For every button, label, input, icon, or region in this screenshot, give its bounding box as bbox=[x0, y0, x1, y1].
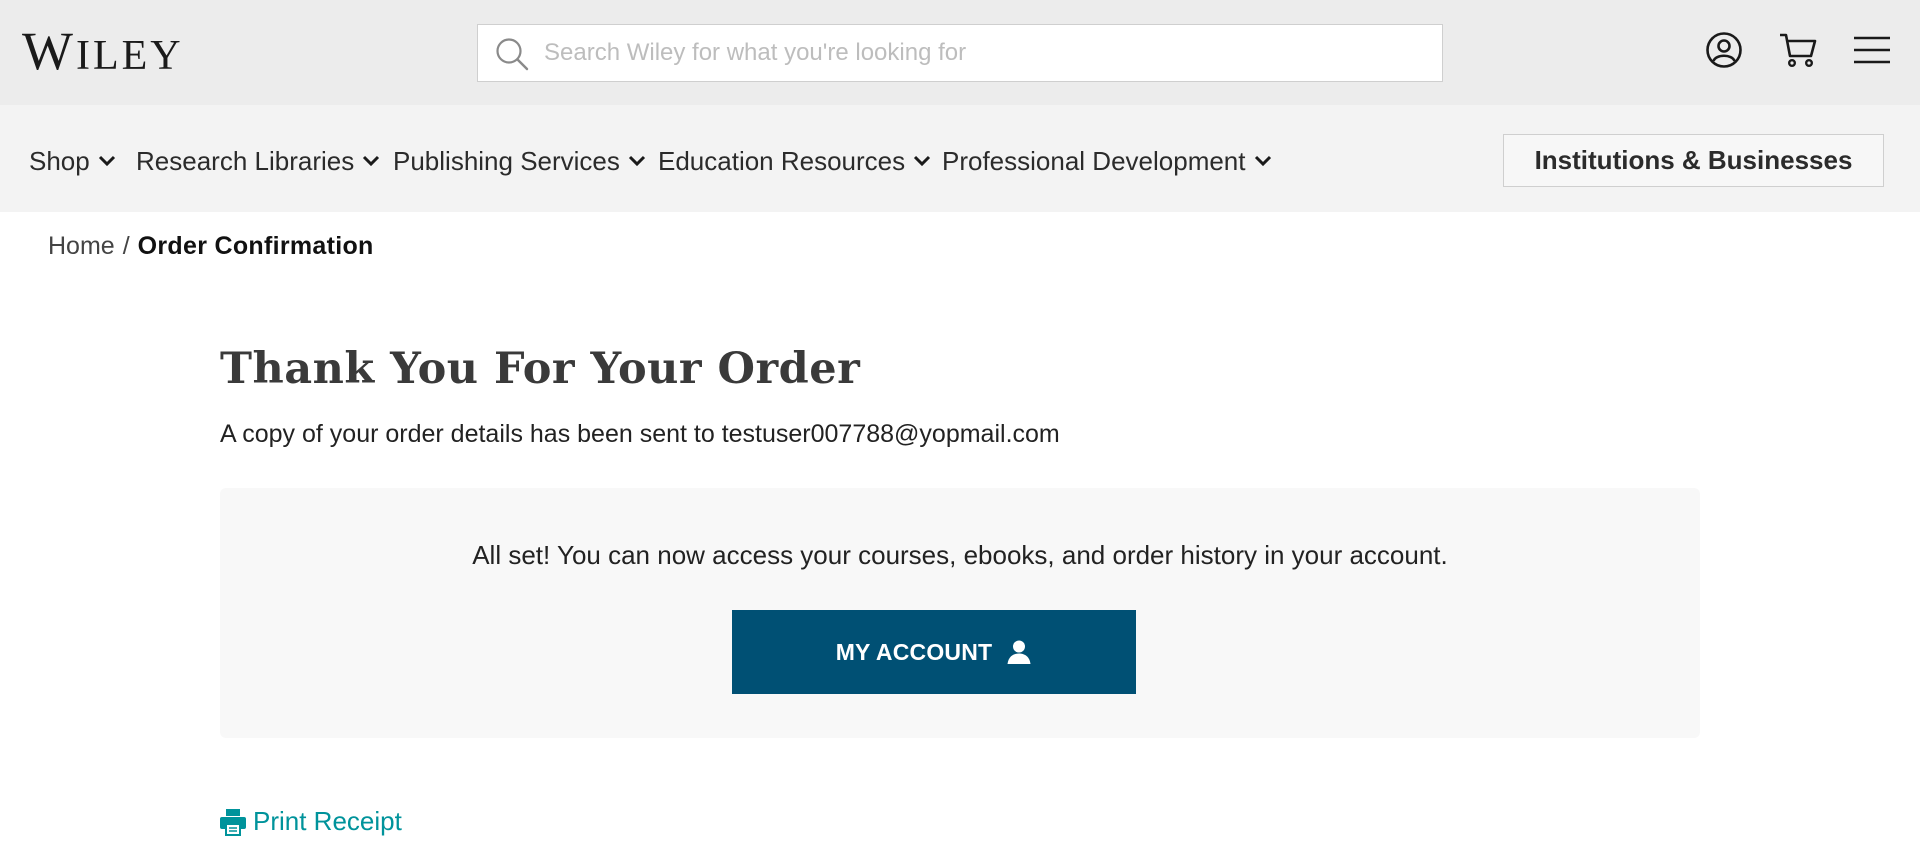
order-email-notice: A copy of your order details has been se… bbox=[220, 420, 1060, 448]
breadcrumb-home-link[interactable]: Home bbox=[48, 232, 115, 260]
nav-item-research-libraries[interactable]: Research Libraries bbox=[136, 143, 380, 179]
my-account-label: MY ACCOUNT bbox=[835, 638, 993, 665]
nav-item-label: Publishing Services bbox=[393, 145, 620, 176]
print-receipt-label: Print Receipt bbox=[253, 806, 402, 836]
nav-item-label: Shop bbox=[29, 145, 90, 176]
print-receipt-link[interactable]: Print Receipt bbox=[219, 806, 402, 837]
nav-item-shop[interactable]: Shop bbox=[29, 143, 116, 179]
nav-item-label: Research Libraries bbox=[136, 145, 355, 176]
wiley-logo[interactable]: WILEY bbox=[22, 21, 184, 81]
chevron-down-icon bbox=[98, 155, 115, 167]
chevron-down-icon bbox=[363, 155, 380, 167]
page-title: Thank You For Your Order bbox=[220, 344, 861, 394]
chevron-down-icon bbox=[628, 155, 645, 167]
breadcrumb-current: Order Confirmation bbox=[137, 232, 374, 260]
user-icon bbox=[1007, 640, 1031, 664]
chevron-down-icon bbox=[1254, 155, 1271, 167]
breadcrumb-separator: / bbox=[122, 232, 130, 260]
breadcrumb: Home / Order Confirmation bbox=[48, 232, 374, 261]
search-input[interactable] bbox=[544, 25, 1424, 81]
account-access-panel: All set! You can now access your courses… bbox=[220, 488, 1700, 738]
logo-letter-w: W bbox=[22, 21, 76, 81]
search-icon[interactable] bbox=[495, 37, 529, 71]
search-box bbox=[477, 24, 1443, 82]
nav-item-professional-development[interactable]: Professional Development bbox=[942, 143, 1272, 179]
chevron-down-icon bbox=[914, 155, 931, 167]
account-access-message: All set! You can now access your courses… bbox=[472, 540, 1448, 570]
nav-item-education-resources[interactable]: Education Resources bbox=[658, 143, 931, 179]
cart-icon[interactable] bbox=[1778, 30, 1818, 70]
nav-item-publishing-services[interactable]: Publishing Services bbox=[393, 143, 646, 179]
account-icon[interactable] bbox=[1704, 30, 1744, 70]
nav-item-label: Professional Development bbox=[942, 145, 1246, 176]
top-header: WILEY bbox=[0, 0, 1920, 105]
my-account-button[interactable]: MY ACCOUNT bbox=[732, 610, 1136, 694]
institutions-businesses-button[interactable]: Institutions & Businesses bbox=[1503, 134, 1884, 187]
menu-icon[interactable] bbox=[1852, 30, 1892, 70]
main-nav: Shop Research Libraries Publishing Servi… bbox=[0, 105, 1920, 212]
printer-icon bbox=[220, 808, 246, 836]
nav-item-label: Education Resources bbox=[658, 145, 906, 176]
logo-letters: ILEY bbox=[75, 33, 184, 79]
